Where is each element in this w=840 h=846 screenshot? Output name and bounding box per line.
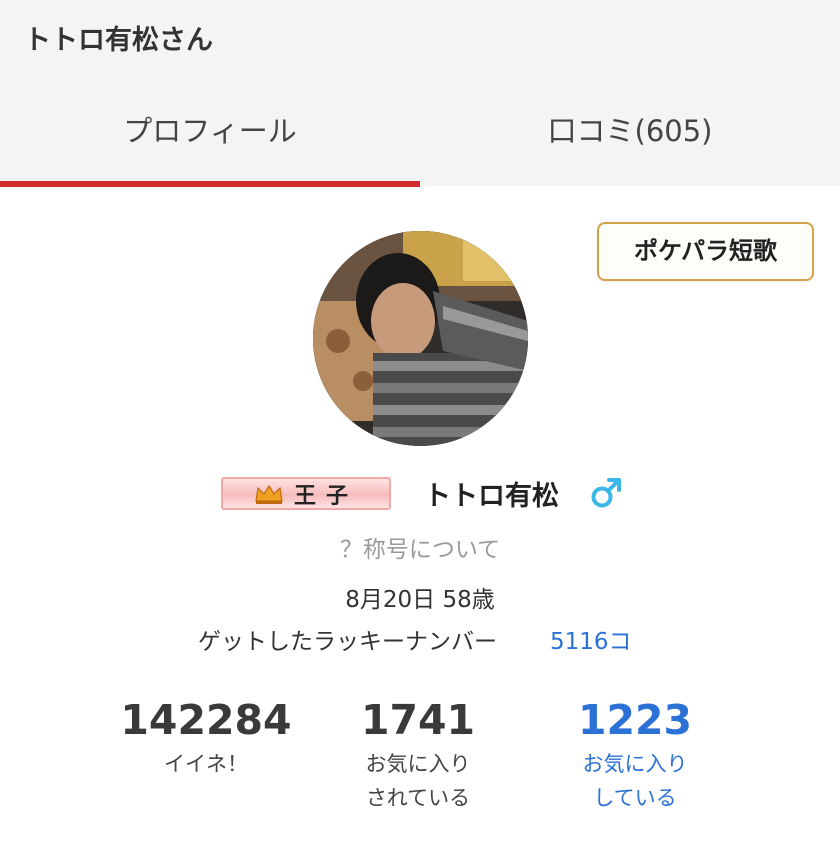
stat-favoriting-label-line1[interactable]: お気に入り: [515, 748, 755, 780]
stat-favorited-label-line2: されている: [365, 786, 471, 810]
lucky-number-count[interactable]: 5116コ: [550, 622, 632, 656]
crown-icon: [255, 484, 283, 504]
page-title: トトロ有松さん: [24, 25, 213, 56]
birthday-age: 8月20日 58歳: [345, 587, 495, 613]
stat-favorited: 1741 お気に入り されている: [298, 694, 538, 814]
active-tab-indicator: [0, 181, 420, 187]
profile-header: トトロ有松さん プロフィール 口コミ(605): [0, 0, 840, 187]
male-icon: [591, 478, 621, 508]
avatar[interactable]: [313, 231, 528, 446]
poke-para-tanka-button[interactable]: ポケパラ短歌: [597, 222, 814, 281]
stat-likes-value: 142284: [120, 696, 292, 744]
avatar-photo: [313, 231, 528, 446]
stat-favoriting-label-line2[interactable]: している: [515, 782, 755, 814]
username: トトロ有松: [424, 481, 559, 512]
stat-favoriting-value[interactable]: 1223: [515, 694, 755, 746]
title-help-link[interactable]: ？称号について: [0, 530, 840, 564]
stat-favorited-label-line1: お気に入り: [365, 752, 471, 776]
tab-reviews[interactable]: 口コミ(605): [420, 108, 840, 150]
stat-likes-label: イイネ！: [164, 752, 248, 776]
title-badge[interactable]: 王子: [221, 477, 391, 510]
lucky-number-label: ゲットしたラッキーナンバー: [198, 629, 497, 655]
stat-likes: 142284 イイネ！: [86, 694, 326, 780]
stat-favoriting[interactable]: 1223 お気に入り している: [515, 694, 755, 814]
tab-profile[interactable]: プロフィール: [0, 108, 420, 150]
title-badge-label: 王子: [293, 483, 358, 509]
stat-favorited-value: 1741: [360, 696, 476, 744]
